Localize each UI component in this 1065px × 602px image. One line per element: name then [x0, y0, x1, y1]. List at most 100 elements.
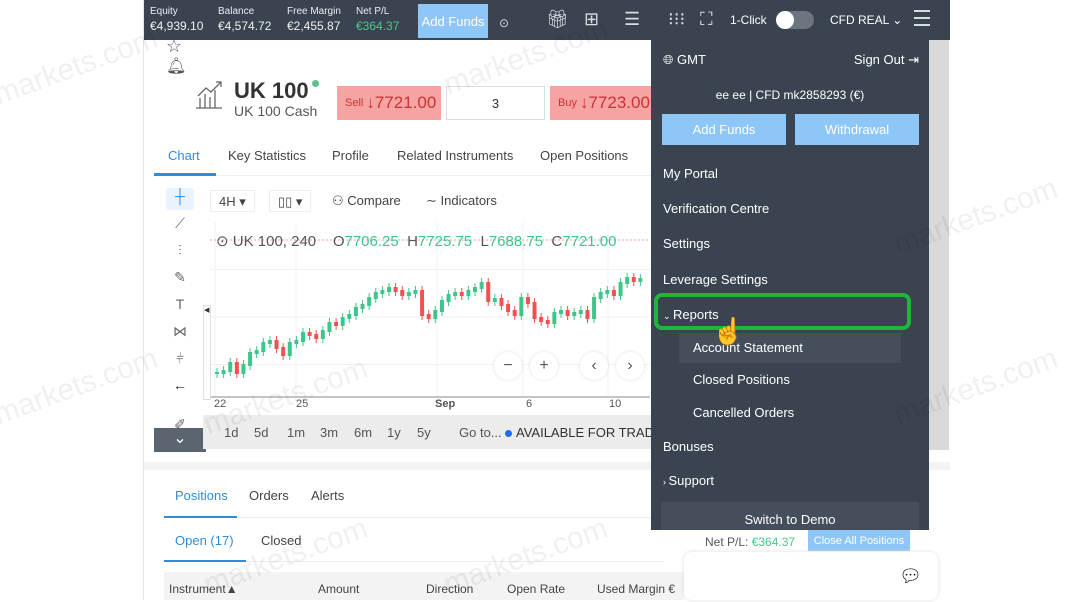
withdrawal-button[interactable]: Withdrawal: [795, 114, 919, 145]
candle-body: [373, 292, 378, 299]
menu-scrollbar[interactable]: [929, 40, 949, 450]
tab-open-positions-list[interactable]: Open (17): [175, 533, 234, 548]
tab-related-instruments[interactable]: Related Instruments: [397, 148, 513, 163]
candle-body: [565, 310, 570, 316]
col-amount[interactable]: Amount: [318, 582, 359, 596]
compare-button[interactable]: ⚇ Compare: [332, 193, 401, 209]
menu-item-my-portal[interactable]: My Portal: [663, 166, 718, 181]
candlestick-chart[interactable]: [210, 222, 650, 412]
zoom-out-button[interactable]: −: [494, 352, 522, 380]
equity-stat: Equity €4,939.10: [150, 6, 204, 33]
goto-button[interactable]: Go to...: [459, 425, 502, 440]
zoom-in-button[interactable]: +: [530, 352, 558, 380]
candle-body: [439, 300, 444, 312]
tab-orders[interactable]: Orders: [249, 488, 289, 503]
menu-icon[interactable]: [914, 10, 930, 31]
tab-chart[interactable]: Chart: [168, 148, 200, 163]
range-3m[interactable]: 3m: [320, 425, 338, 440]
chart-type-select[interactable]: ▯▯ ▾: [269, 190, 312, 212]
scroll-right-button[interactable]: ›: [616, 352, 644, 380]
chat-widget[interactable]: 💬︎: [684, 552, 938, 600]
tab-closed-positions-list[interactable]: Closed: [261, 533, 301, 548]
close-all-positions-button[interactable]: Close All Positions: [808, 530, 910, 551]
candle-body: [267, 340, 272, 344]
candle-body: [559, 310, 563, 314]
tab-alerts[interactable]: Alerts: [311, 488, 344, 503]
net-pl-summary: Net P/L: €364.37: [705, 535, 796, 549]
col-used-margin[interactable]: Used Margin €: [597, 582, 675, 596]
range-5d[interactable]: 5d: [254, 425, 268, 440]
tab-key-statistics[interactable]: Key Statistics: [228, 148, 306, 163]
chevron-circle-icon[interactable]: ⊙: [499, 12, 509, 34]
tab-positions[interactable]: Positions: [175, 488, 228, 503]
instrument-subtitle: UK 100 Cash: [234, 103, 318, 119]
timezone-selector[interactable]: 🌐︎ GMT: [663, 52, 706, 68]
favorite-star-icon[interactable]: ☆: [166, 36, 182, 57]
one-click-toggle[interactable]: [776, 11, 814, 29]
sell-button[interactable]: Sell ↓7721.00: [337, 86, 441, 120]
fullscreen-icon[interactable]: ⛶: [700, 8, 713, 30]
text-tool-icon[interactable]: T: [166, 296, 194, 318]
apps-icon[interactable]: ⁝⁝⁝: [668, 8, 685, 30]
menu-item-leverage-settings[interactable]: Leverage Settings: [663, 272, 768, 287]
candle-body: [466, 290, 471, 296]
crosshair-icon[interactable]: ┼: [166, 188, 194, 210]
menu-item-account-statement[interactable]: Account Statement: [693, 340, 803, 355]
interval-select[interactable]: 4H ▾: [210, 190, 255, 212]
measure-tool-icon[interactable]: ⫩: [166, 350, 194, 372]
menu-add-funds-button[interactable]: Add Funds: [662, 114, 786, 145]
menu-item-support[interactable]: › Support: [663, 473, 714, 488]
layout-icon[interactable]: ⊞: [584, 8, 599, 30]
account-selector[interactable]: CFD REAL ⌄: [830, 13, 902, 27]
pattern-tool-icon[interactable]: ⋈: [166, 323, 194, 345]
range-6m[interactable]: 6m: [354, 425, 372, 440]
scroll-left-button[interactable]: ‹: [580, 352, 608, 380]
candle-body: [261, 342, 266, 352]
col-instrument[interactable]: Instrument▲: [169, 582, 238, 596]
quantity-input[interactable]: [446, 86, 545, 120]
buy-button[interactable]: Buy ↓7723.00: [550, 86, 652, 120]
legend-toggle-icon[interactable]: ⊙: [216, 233, 229, 250]
sign-out-link[interactable]: Sign Out ⇥: [854, 52, 919, 68]
x-label: 10: [609, 398, 622, 410]
trend-line-icon[interactable]: ⟋: [166, 215, 194, 237]
trend-chart-icon: [196, 81, 222, 109]
switch-to-demo-button[interactable]: Switch to Demo: [661, 502, 919, 530]
fib-tool-icon[interactable]: ⫶: [166, 242, 194, 264]
menu-item-bonuses[interactable]: Bonuses: [663, 439, 714, 454]
menu-item-cancelled-orders[interactable]: Cancelled Orders: [693, 405, 794, 420]
globe-icon: 🌐︎: [663, 52, 678, 67]
col-direction[interactable]: Direction: [426, 582, 473, 596]
candle-body: [578, 310, 583, 314]
chat-bubble-icon[interactable]: 💬︎: [899, 566, 922, 587]
indicators-button[interactable]: ∼ Indicators: [426, 193, 497, 209]
gift-icon[interactable]: 🎁︎: [546, 8, 569, 30]
candle-body: [598, 292, 603, 299]
menu-item-settings[interactable]: Settings: [663, 236, 710, 251]
top-bar: Equity €4,939.10 Balance €4,574.72 Free …: [144, 0, 950, 40]
col-open-rate[interactable]: Open Rate: [507, 582, 565, 596]
range-selector-bar: 1d 5d 1m 3m 6m 1y 5y Go to... AVAILABLE …: [203, 415, 677, 449]
one-click-label: 1-Click: [730, 13, 767, 27]
back-arrow-icon[interactable]: ←: [166, 377, 194, 399]
x-label: 22: [214, 398, 227, 410]
balance-stat: Balance €4,574.72: [218, 6, 272, 33]
candle-body: [334, 322, 339, 326]
range-1d[interactable]: 1d: [224, 425, 238, 440]
candle-body: [400, 290, 405, 296]
range-1y[interactable]: 1y: [387, 425, 401, 440]
brush-icon[interactable]: ✎: [166, 269, 194, 291]
menu-item-verification-centre[interactable]: Verification Centre: [663, 201, 769, 216]
menu-item-reports[interactable]: ⌄ Reports: [663, 307, 719, 322]
menu-item-closed-positions[interactable]: Closed Positions: [693, 372, 790, 387]
chart-scroll-handle[interactable]: ◀: [203, 305, 211, 400]
alert-bell-icon[interactable]: 🔔︎: [166, 56, 186, 76]
chat-icon[interactable]: ☰: [624, 8, 640, 30]
add-funds-button[interactable]: Add Funds: [418, 4, 488, 38]
range-5y[interactable]: 5y: [417, 425, 431, 440]
active-subtab-underline: [164, 560, 246, 562]
tab-open-positions[interactable]: Open Positions: [540, 148, 628, 163]
collapse-toolbar-button[interactable]: ⌄: [154, 428, 206, 452]
tab-profile[interactable]: Profile: [332, 148, 369, 163]
range-1m[interactable]: 1m: [287, 425, 305, 440]
